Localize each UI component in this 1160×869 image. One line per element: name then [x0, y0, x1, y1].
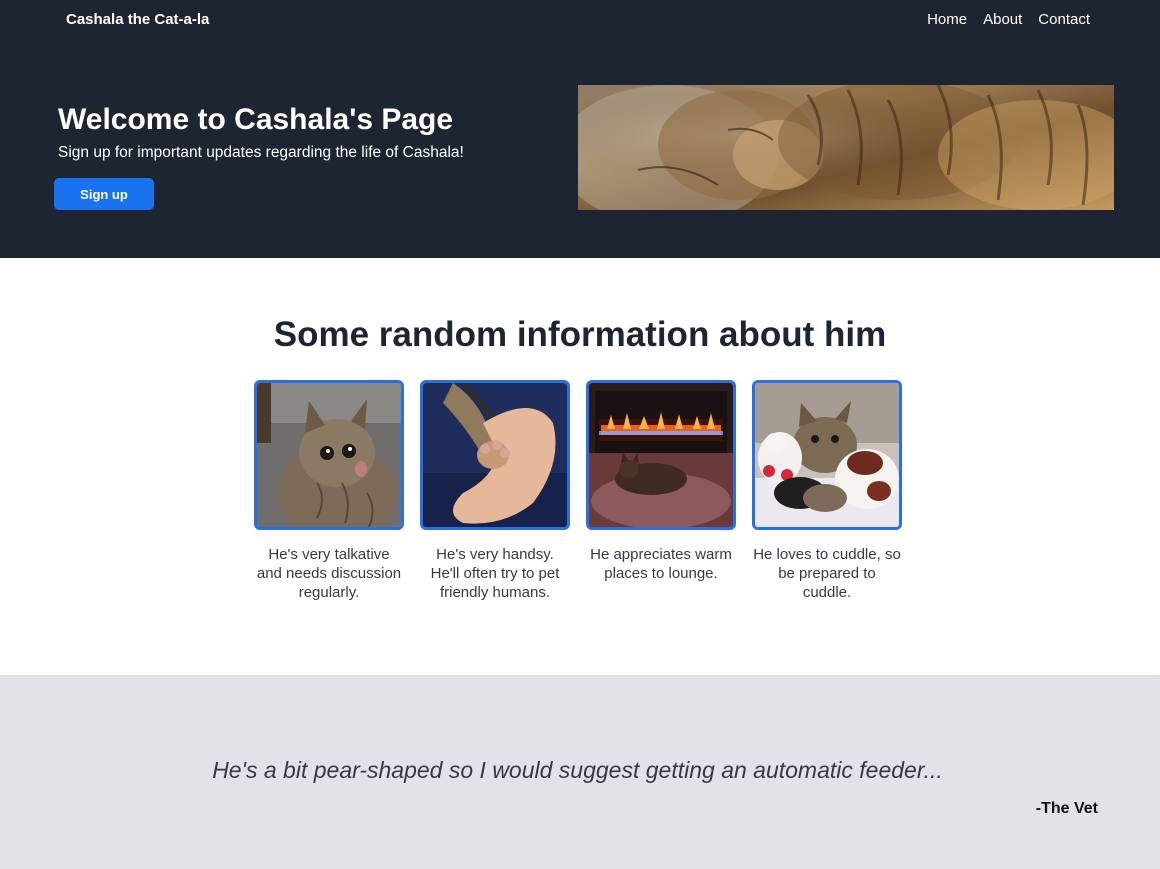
nav-links: Home About Contact	[927, 9, 1090, 31]
nav-link-about[interactable]: About	[983, 9, 1022, 31]
signup-button[interactable]: Sign up	[54, 178, 154, 210]
feature-card-talkative: He's very talkative and needs discussion…	[254, 380, 404, 602]
feature-card-caption: He's very handsy. He'll often try to pet…	[430, 546, 560, 601]
feature-card-caption: He loves to cuddle, so be prepared to cu…	[753, 546, 901, 601]
talkative-cat-icon	[257, 383, 401, 527]
feature-card-image	[254, 380, 404, 530]
nav-link-home[interactable]: Home	[927, 9, 967, 31]
feature-card-caption: He appreciates warm places to lounge.	[590, 546, 732, 582]
hero-cat-image	[578, 85, 1114, 210]
brand-link[interactable]: Cashala the Cat-a-la	[66, 10, 209, 30]
sleeping-cat-icon	[578, 85, 1114, 210]
testimonial-author: -The Vet	[1035, 800, 1098, 817]
hero-subtitle: Sign up for important updates regarding …	[58, 144, 464, 161]
testimonial-quote: He's a bit pear-shaped so I would sugges…	[212, 757, 943, 783]
feature-card-image	[420, 380, 570, 530]
hero-title: Welcome to Cashala's Page	[58, 103, 454, 136]
features-title: Some random information about him	[273, 315, 887, 354]
hero-section: Welcome to Cashala's Page Sign up for im…	[0, 40, 1160, 258]
cat-paw-hand-icon	[423, 383, 567, 527]
cat-plush-toys-icon	[755, 383, 899, 527]
feature-card-image	[586, 380, 736, 530]
feature-card-image	[752, 380, 902, 530]
feature-card-caption: He's very talkative and needs discussion…	[256, 546, 402, 601]
feature-card-cuddle: He loves to cuddle, so be prepared to cu…	[752, 380, 902, 602]
testimonial-section: He's a bit pear-shaped so I would sugges…	[0, 675, 1160, 869]
feature-card-handsy: He's very handsy. He'll often try to pet…	[420, 380, 570, 602]
nav-link-contact[interactable]: Contact	[1038, 9, 1090, 31]
cat-fireplace-icon	[589, 383, 733, 527]
feature-card-warm: He appreciates warm places to lounge.	[586, 380, 736, 583]
navbar: Cashala the Cat-a-la Home About Contact	[0, 0, 1160, 40]
